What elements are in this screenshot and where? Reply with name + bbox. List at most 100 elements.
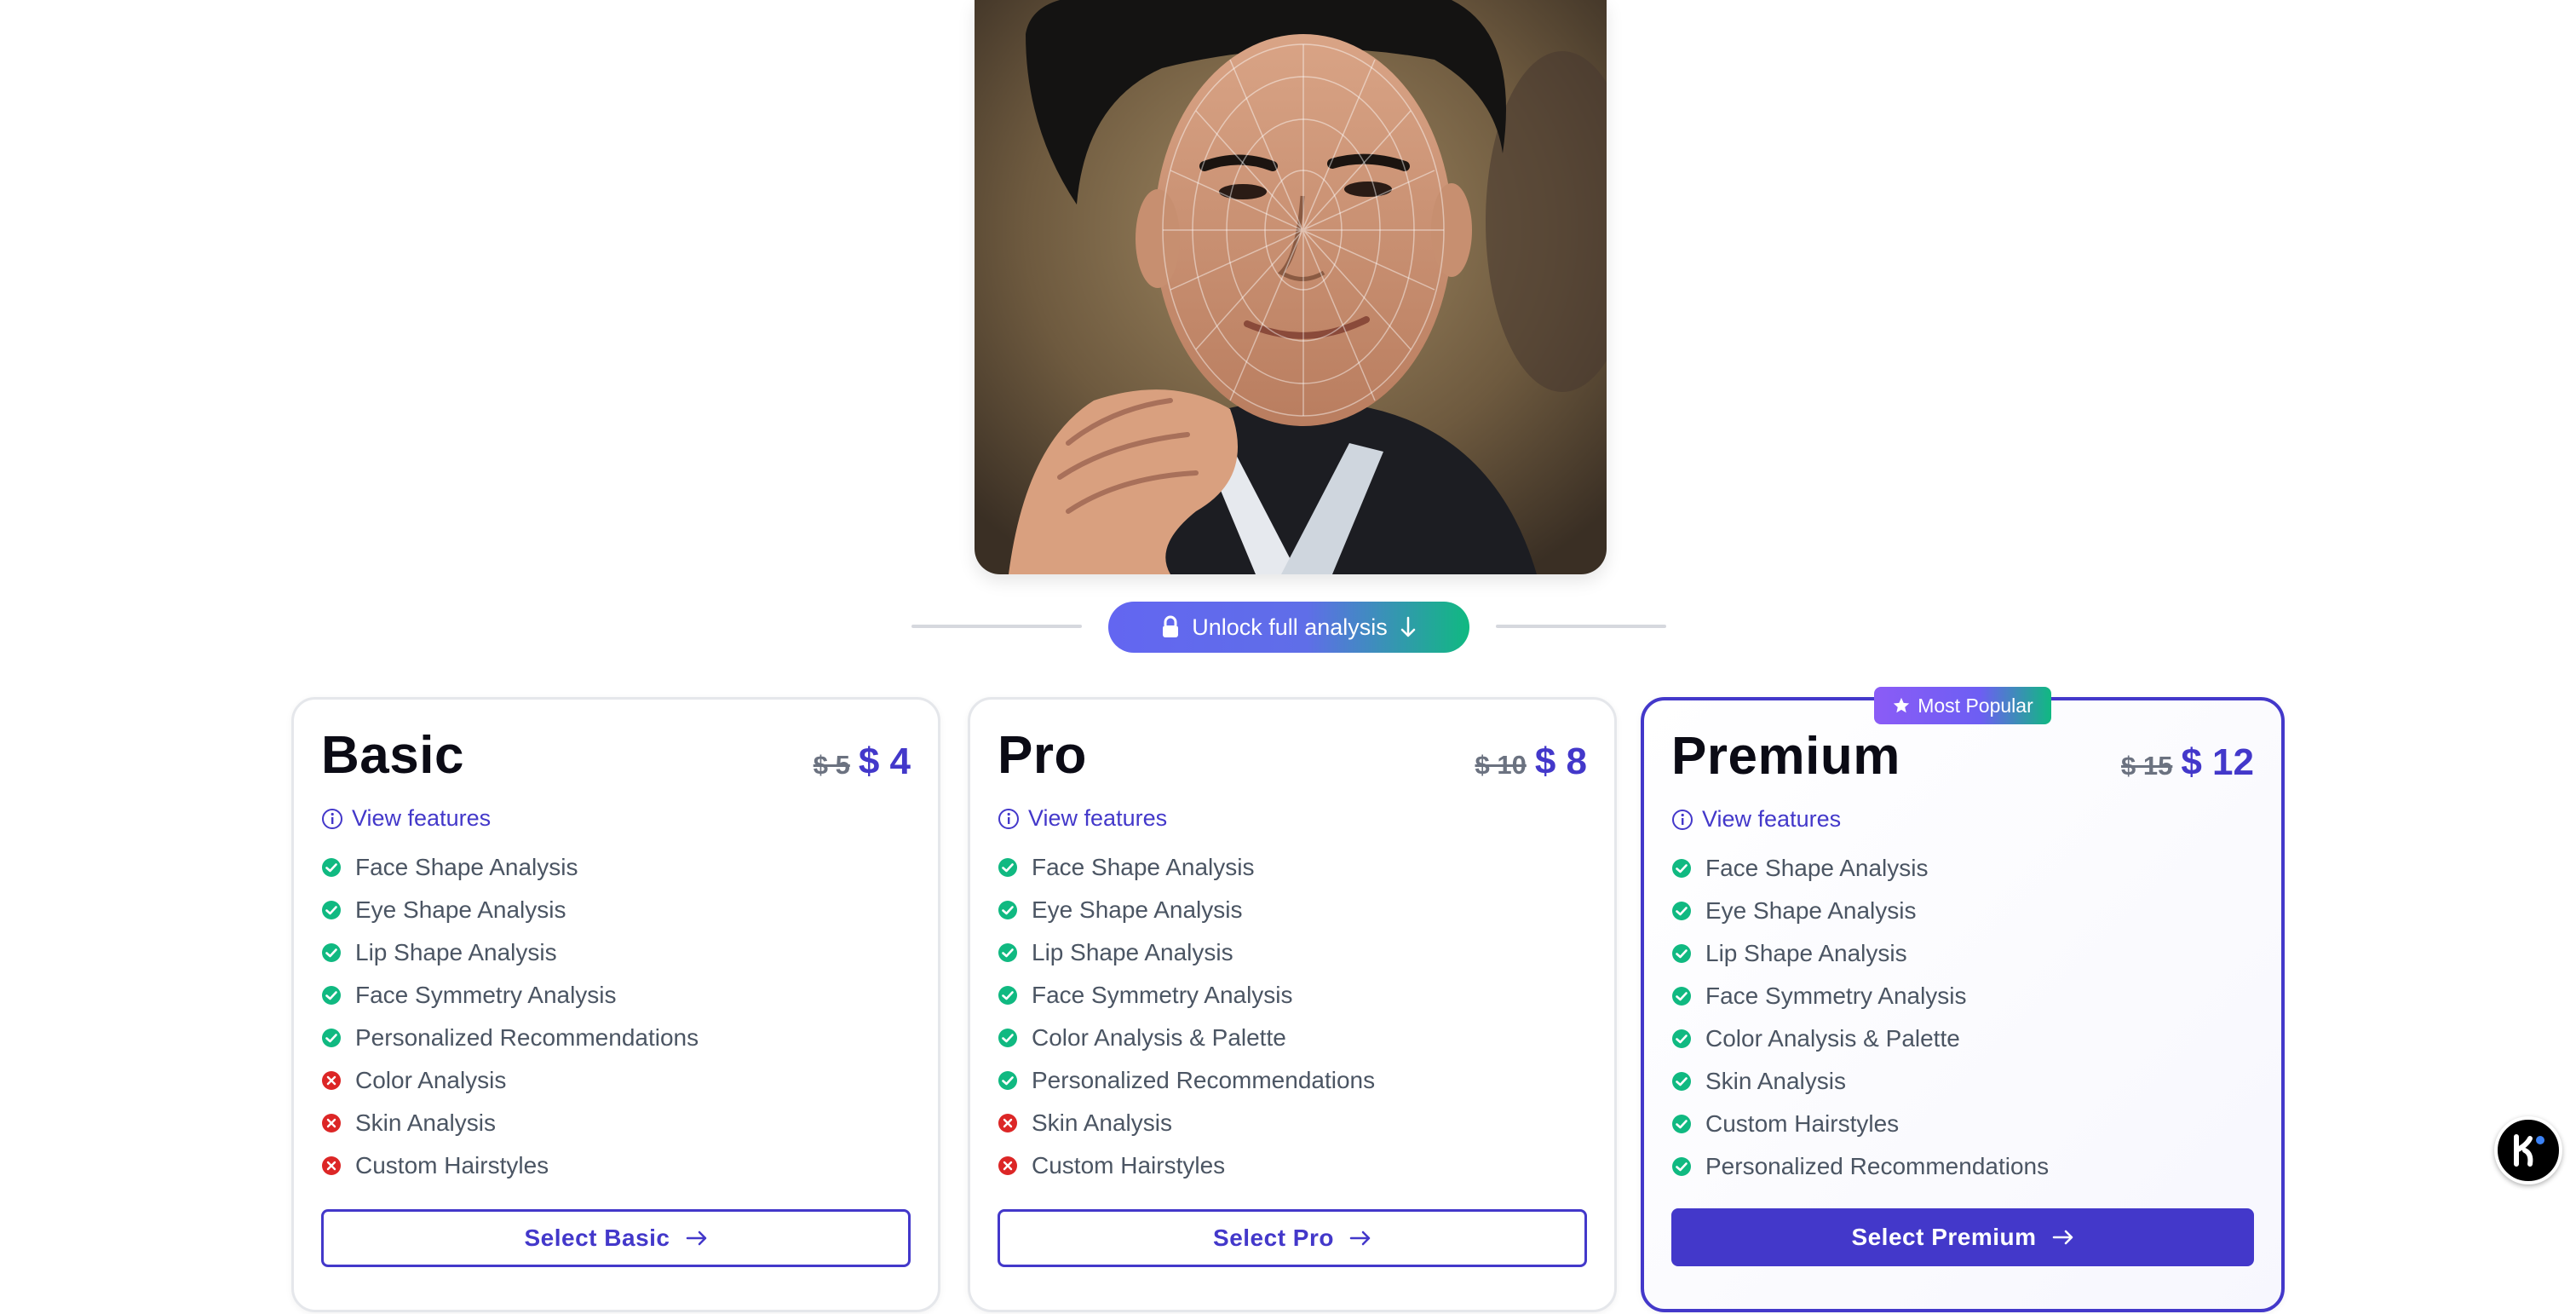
feature-label: Face Shape Analysis <box>1032 854 1255 880</box>
feature-label: Color Analysis <box>355 1067 507 1093</box>
check-circle-icon <box>1671 1114 1692 1134</box>
price: $ 15 $ 12 <box>2121 741 2254 784</box>
divider-right <box>1496 625 1666 628</box>
face-analysis-photo <box>975 0 1607 574</box>
check-circle-icon <box>998 857 1018 878</box>
feature-item: Color Analysis & Palette <box>998 1017 1375 1059</box>
badge-label: Most Popular <box>1918 694 2033 717</box>
feature-label: Eye Shape Analysis <box>1032 896 1243 923</box>
arrow-right-icon <box>686 1230 706 1246</box>
new-price: $ 12 <box>2181 741 2254 783</box>
x-circle-icon <box>321 1113 342 1133</box>
check-circle-icon <box>1671 943 1692 964</box>
check-circle-icon <box>321 900 342 920</box>
x-circle-icon <box>998 1113 1018 1133</box>
check-circle-icon <box>321 857 342 878</box>
view-features-label: View features <box>352 805 492 831</box>
feature-label: Face Symmetry Analysis <box>1705 983 1967 1009</box>
feature-item: Lip Shape Analysis <box>321 931 699 974</box>
plan-card-basic: Basic $ 5 $ 4 View features Face Shape A… <box>291 697 940 1312</box>
select-premium-button[interactable]: Select Premium <box>1671 1208 2254 1266</box>
check-circle-icon <box>998 985 1018 1006</box>
plan-name: Premium <box>1671 727 1900 786</box>
feature-item: Eye Shape Analysis <box>321 889 699 931</box>
feature-item: Custom Hairstyles <box>321 1144 699 1187</box>
feature-item: Eye Shape Analysis <box>998 889 1375 931</box>
new-price: $ 8 <box>1534 741 1587 782</box>
feature-label: Custom Hairstyles <box>355 1152 549 1179</box>
check-circle-icon <box>1671 1029 1692 1049</box>
view-features-label: View features <box>1702 806 1842 832</box>
plan-name: Basic <box>321 726 464 785</box>
most-popular-badge: Most Popular <box>1874 687 2051 724</box>
feature-label: Personalized Recommendations <box>355 1024 699 1051</box>
feature-label: Face Symmetry Analysis <box>355 982 617 1008</box>
select-label: Select Premium <box>1851 1224 2037 1250</box>
feature-label: Skin Analysis <box>1032 1109 1172 1136</box>
feature-label: Lip Shape Analysis <box>1032 939 1233 965</box>
feature-label: Color Analysis & Palette <box>1032 1024 1286 1051</box>
plan-card-pro: Pro $ 10 $ 8 View features Face Shape An… <box>968 697 1617 1312</box>
info-icon <box>322 808 342 829</box>
feature-item: Skin Analysis <box>1671 1060 2049 1103</box>
plan-card-premium: Premium $ 15 $ 12 View features Face Sha… <box>1641 697 2285 1312</box>
feature-label: Skin Analysis <box>355 1109 496 1136</box>
feature-label: Skin Analysis <box>1705 1068 1846 1094</box>
feature-label: Face Symmetry Analysis <box>1032 982 1293 1008</box>
arrow-right-icon <box>2052 1230 2073 1245</box>
feature-item: Lip Shape Analysis <box>998 931 1375 974</box>
check-circle-icon <box>1671 901 1692 921</box>
feature-item: Face Shape Analysis <box>998 846 1375 889</box>
feature-label: Eye Shape Analysis <box>355 896 566 923</box>
feature-label: Lip Shape Analysis <box>355 939 557 965</box>
feature-label: Personalized Recommendations <box>1705 1153 2050 1179</box>
feature-label: Face Shape Analysis <box>355 854 578 880</box>
check-circle-icon <box>1671 1156 1692 1177</box>
view-features-link[interactable]: View features <box>998 805 1167 832</box>
feature-label: Color Analysis & Palette <box>1705 1025 1960 1052</box>
select-label: Select Pro <box>1213 1225 1334 1251</box>
unlock-full-analysis-button[interactable]: Unlock full analysis <box>1108 602 1469 653</box>
lock-icon <box>1163 615 1179 637</box>
feature-item: Face Symmetry Analysis <box>321 974 699 1017</box>
check-circle-icon <box>998 1070 1018 1091</box>
feature-item: Lip Shape Analysis <box>1671 932 2049 975</box>
arrow-right-icon <box>1349 1230 1371 1246</box>
feature-item: Personalized Recommendations <box>1671 1145 2049 1188</box>
view-features-link[interactable]: View features <box>321 805 491 832</box>
x-circle-icon <box>998 1156 1018 1176</box>
price: $ 5 $ 4 <box>814 741 911 783</box>
select-pro-button[interactable]: Select Pro <box>998 1209 1587 1267</box>
feature-label: Custom Hairstyles <box>1705 1110 1900 1137</box>
divider-left <box>911 625 1082 628</box>
feature-label: Eye Shape Analysis <box>1705 897 1917 924</box>
feature-label: Lip Shape Analysis <box>1705 940 1907 966</box>
check-circle-icon <box>998 1028 1018 1048</box>
select-basic-button[interactable]: Select Basic <box>321 1209 911 1267</box>
check-circle-icon <box>321 985 342 1006</box>
star-icon <box>1894 697 1910 713</box>
x-circle-icon <box>321 1156 342 1176</box>
arrow-down-icon <box>1400 616 1416 637</box>
view-features-link[interactable]: View features <box>1671 806 1841 833</box>
feature-label: Custom Hairstyles <box>1032 1152 1226 1179</box>
check-circle-icon <box>1671 1071 1692 1092</box>
price: $ 10 $ 8 <box>1475 741 1587 783</box>
feature-label: Face Shape Analysis <box>1705 855 1929 881</box>
check-circle-icon <box>321 1028 342 1048</box>
unlock-label: Unlock full analysis <box>1192 614 1388 640</box>
check-circle-icon <box>1671 858 1692 879</box>
chat-widget-button[interactable] <box>2494 1116 2562 1184</box>
feature-item: Personalized Recommendations <box>321 1017 699 1059</box>
feature-item: Personalized Recommendations <box>998 1059 1375 1102</box>
old-price: $ 10 <box>1475 750 1527 780</box>
old-price: $ 15 <box>2121 751 2173 781</box>
feature-item: Eye Shape Analysis <box>1671 890 2049 932</box>
feature-item: Face Symmetry Analysis <box>998 974 1375 1017</box>
feature-item: Color Analysis <box>321 1059 699 1102</box>
brand-logo-icon <box>2514 1134 2544 1167</box>
feature-item: Face Shape Analysis <box>321 846 699 889</box>
feature-item: Face Symmetry Analysis <box>1671 975 2049 1017</box>
check-circle-icon <box>998 942 1018 963</box>
view-features-label: View features <box>1028 805 1168 831</box>
